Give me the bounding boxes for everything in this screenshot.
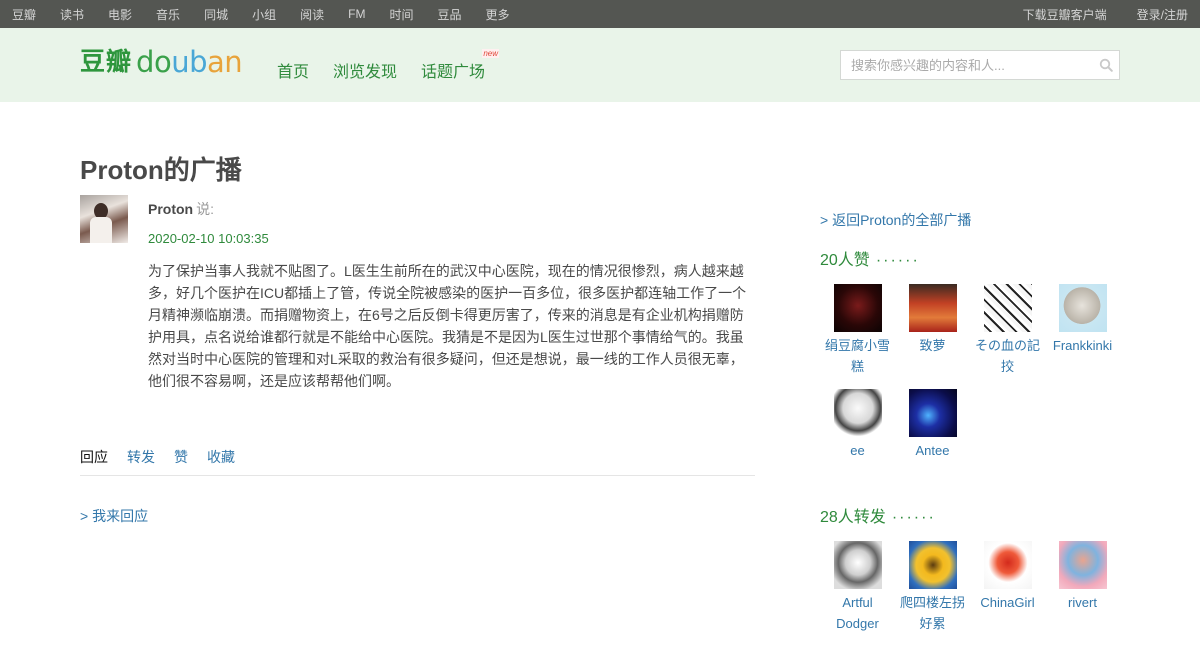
user-name[interactable]: Antee	[895, 440, 970, 461]
status-body: Proton 说: 2020-02-10 10:03:35 为了保护当事人我就不贴…	[148, 195, 748, 392]
logo-letter: d	[136, 45, 154, 79]
user-avatar[interactable]	[1058, 541, 1107, 589]
status-actions: 回应 转发 赞 收藏	[80, 447, 755, 476]
user-name[interactable]: Artful Dodger	[820, 592, 895, 634]
page-title: Proton的广播	[80, 155, 242, 185]
login-register-link[interactable]: 登录/注册	[1137, 6, 1188, 23]
global-nav-read[interactable]: 阅读	[300, 6, 324, 23]
likes-title: 20人赞 ······	[820, 246, 1120, 270]
download-app-link[interactable]: 下载豆瓣客户端	[1023, 6, 1107, 23]
user-avatar[interactable]	[833, 389, 882, 437]
author-avatar[interactable]	[80, 195, 128, 243]
site-header: 豆瓣 douban 首页 浏览发现 话题广场 new	[0, 28, 1200, 102]
user-avatar[interactable]	[908, 284, 957, 332]
user-name[interactable]: rivert	[1045, 592, 1120, 613]
user-name[interactable]: ChinaGirl	[970, 592, 1045, 613]
global-nav-movies[interactable]: 电影	[108, 6, 132, 23]
global-nav-books[interactable]: 读书	[60, 6, 84, 23]
tab-reshare[interactable]: 转发	[127, 447, 155, 467]
user-item[interactable]: ee	[820, 389, 895, 461]
douban-logo[interactable]: 豆瓣 douban	[80, 45, 243, 79]
user-name[interactable]: その血の記挍	[970, 335, 1045, 377]
user-item[interactable]: 绢豆腐小雪糕	[820, 284, 895, 377]
global-nav-left: 豆瓣 读书 电影 音乐 同城 小组 阅读 FM 时间 豆品 更多	[12, 6, 533, 23]
global-nav-music[interactable]: 音乐	[156, 6, 180, 23]
main-nav: 首页 浏览发现 话题广场 new	[277, 49, 509, 82]
user-avatar[interactable]	[908, 389, 957, 437]
likes-more-link[interactable]: ······	[876, 252, 920, 269]
tab-collect[interactable]: 收藏	[207, 447, 235, 467]
resharers-list: Artful Dodger 爬四楼左拐好累 ChinaGirl rivert	[820, 541, 1120, 646]
new-badge: new	[482, 49, 500, 58]
user-item[interactable]: 致萝	[895, 284, 970, 377]
user-item[interactable]: rivert	[1045, 541, 1120, 634]
global-nav-douban[interactable]: 豆瓣	[12, 6, 36, 23]
status: Proton 说: 2020-02-10 10:03:35 为了保护当事人我就不贴…	[80, 195, 755, 392]
nav-topics[interactable]: 话题广场 new	[421, 49, 500, 82]
author-say: 说:	[196, 201, 214, 217]
user-item[interactable]: Antee	[895, 389, 970, 461]
global-nav-groups[interactable]: 小组	[252, 6, 276, 23]
author-name[interactable]: Proton	[148, 201, 193, 217]
logo-letter: o	[153, 45, 172, 79]
global-nav-fm[interactable]: FM	[348, 7, 365, 21]
global-nav-events[interactable]: 同城	[204, 6, 228, 23]
user-name[interactable]: 爬四楼左拐好累	[895, 592, 970, 634]
logo-cn: 豆瓣	[80, 48, 133, 76]
user-name[interactable]: 绢豆腐小雪糕	[820, 335, 895, 377]
logo-letter: u	[171, 45, 190, 79]
status-text: 为了保护当事人我就不贴图了。L医生生前所在的武汉中心医院，现在的情况很惨烈，病人…	[148, 263, 747, 389]
search-input[interactable]	[841, 51, 1093, 79]
search-box	[840, 50, 1120, 80]
user-item[interactable]: Frankkinki	[1045, 284, 1120, 377]
tab-reply[interactable]: 回应	[80, 447, 108, 467]
global-nav-market[interactable]: 豆品	[437, 6, 461, 23]
back-to-all-link[interactable]: > 返回Proton的全部广播	[820, 212, 971, 228]
user-avatar[interactable]	[983, 541, 1032, 589]
logo-letter: b	[189, 45, 207, 79]
global-nav: 豆瓣 读书 电影 音乐 同城 小组 阅读 FM 时间 豆品 更多 下载豆瓣客户端…	[0, 0, 1200, 28]
reshares-title: 28人转发 ······	[820, 503, 1120, 527]
logo-letter: n	[224, 45, 243, 79]
reshares-more-link[interactable]: ······	[892, 509, 936, 526]
user-avatar[interactable]	[1058, 284, 1107, 332]
status-item: Proton 说: 2020-02-10 10:03:35 为了保护当事人我就不贴…	[80, 195, 755, 392]
user-name[interactable]: ee	[820, 440, 895, 461]
user-avatar[interactable]	[983, 284, 1032, 332]
nav-topics-label: 话题广场	[421, 64, 486, 81]
tab-like[interactable]: 赞	[174, 447, 188, 467]
nav-explore[interactable]: 浏览发现	[333, 58, 397, 82]
global-nav-right: 下载豆瓣客户端 登录/注册	[993, 6, 1188, 23]
likes-count: 20人赞	[820, 252, 870, 269]
reshares-count: 28人转发	[820, 509, 886, 526]
aside: > 返回Proton的全部广播 20人赞 ······ 绢豆腐小雪糕 致萝 その血…	[820, 210, 1120, 646]
user-item[interactable]: Artful Dodger	[820, 541, 895, 634]
user-item[interactable]: その血の記挍	[970, 284, 1045, 377]
likers-list: 绢豆腐小雪糕 致萝 その血の記挍 Frankkinki ee Antee	[820, 284, 1120, 473]
user-avatar[interactable]	[833, 541, 882, 589]
global-nav-time[interactable]: 时间	[389, 6, 413, 23]
author-line: Proton 说:	[148, 199, 748, 219]
global-nav-more[interactable]: 更多	[485, 6, 509, 23]
reply-link[interactable]: > 我来回应	[80, 506, 148, 526]
user-avatar[interactable]	[833, 284, 882, 332]
user-item[interactable]: 爬四楼左拐好累	[895, 541, 970, 634]
nav-home[interactable]: 首页	[277, 58, 309, 82]
search-icon[interactable]	[1093, 51, 1119, 79]
status-time[interactable]: 2020-02-10 10:03:35	[148, 231, 748, 246]
user-item[interactable]: ChinaGirl	[970, 541, 1045, 634]
user-name[interactable]: Frankkinki	[1045, 335, 1120, 356]
logo-en: douban	[136, 45, 243, 79]
user-name[interactable]: 致萝	[895, 335, 970, 356]
logo-letter: a	[207, 45, 225, 79]
user-avatar[interactable]	[908, 541, 957, 589]
